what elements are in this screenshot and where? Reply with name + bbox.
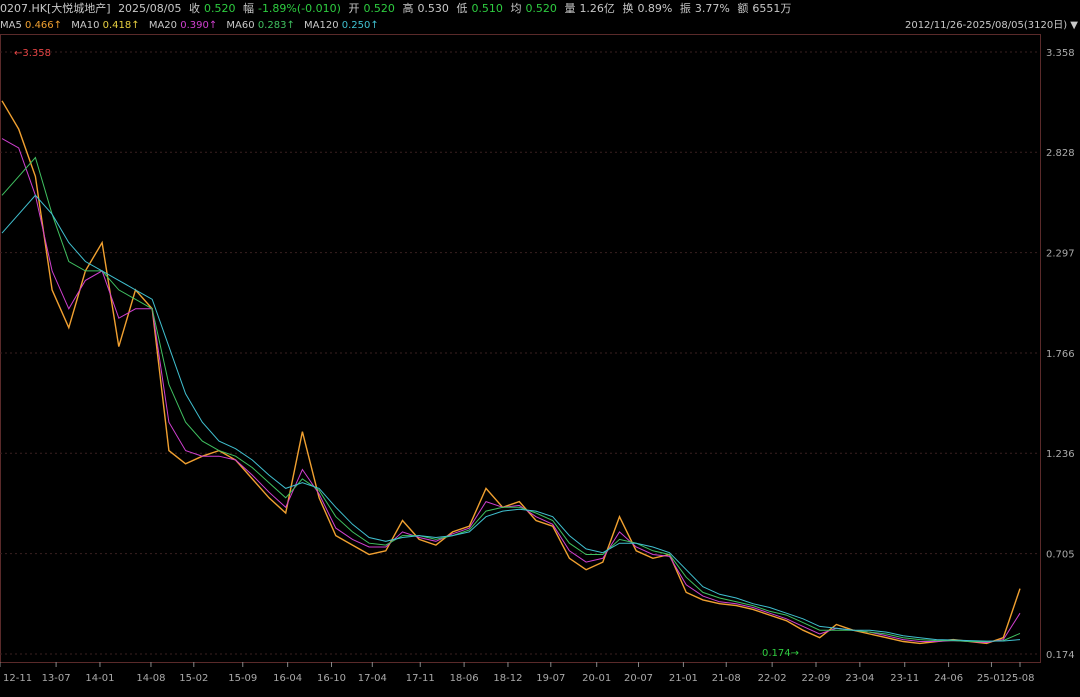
x-tick-label: 14-01: [85, 673, 114, 684]
x-tick-label: 24-06: [934, 673, 963, 684]
x-tick-label: 13-07: [42, 673, 71, 684]
quote-date: 2025/08/05: [118, 2, 182, 15]
ma20-label: MA20: [148, 20, 178, 31]
y-tick-label: 1.766: [1046, 349, 1075, 360]
y-tick-label: 0.705: [1046, 550, 1075, 561]
avg-value: 0.520: [525, 2, 557, 15]
x-tick-label: 20-01: [582, 673, 611, 684]
date-range-selector[interactable]: 2012/11/26-2025/08/05(3120日) ▼: [905, 18, 1078, 34]
ma5-label: MA5: [0, 20, 22, 31]
y-tick-label: 2.828: [1046, 148, 1075, 159]
x-tick-label: 17-11: [406, 673, 435, 684]
x-tick-label: 22-09: [801, 673, 830, 684]
change-label: 幅: [242, 2, 254, 15]
series-line-ma20: [1, 138, 1021, 644]
x-tick-label: 23-11: [890, 673, 919, 684]
x-tick-label: 25-01: [977, 673, 1006, 684]
low-label: 低: [456, 2, 468, 15]
x-tick-label: 20-07: [624, 673, 653, 684]
x-tick-label: 16-10: [317, 673, 346, 684]
x-tick-label: 25-08: [1005, 673, 1034, 684]
ma60-label: MA60: [226, 20, 255, 31]
x-tick-label: 19-07: [536, 673, 565, 684]
ma60-value: 0.283↑: [257, 20, 295, 31]
x-tick-label: 16-04: [273, 673, 302, 684]
high-label: 高: [402, 2, 414, 15]
open-label: 开: [348, 2, 360, 15]
x-tick-label: 18-06: [450, 673, 479, 684]
max-annotation: ←3.358: [14, 48, 51, 59]
open-value: 0.520: [363, 2, 395, 15]
turnover-value: 0.89%: [637, 2, 673, 15]
x-tick-label: 12-11: [3, 673, 32, 684]
min-annotation: 0.174→: [762, 648, 799, 659]
turnover-label: 换: [622, 2, 634, 15]
high-value: 0.530: [417, 2, 449, 15]
series-line-ma120: [1, 194, 1021, 642]
amplitude-label: 振: [679, 2, 691, 15]
amount-label: 额: [737, 2, 749, 15]
x-tick-label: 17-04: [358, 673, 387, 684]
x-tick-label: 23-04: [845, 673, 874, 684]
x-tick-label: 21-08: [712, 673, 741, 684]
amplitude-value: 3.77%: [694, 2, 730, 15]
change-value: -1.89%(-0.010): [257, 2, 341, 15]
ma120-legend[interactable]: MA120 0.250↑: [304, 20, 379, 31]
x-tick-label: 15-02: [179, 673, 208, 684]
x-tick-label: 15-09: [228, 673, 257, 684]
ma5-value: 0.466↑: [25, 20, 63, 31]
ma5-legend[interactable]: MA5 0.466↑: [0, 20, 62, 31]
quote-header: 0207.HK[大悦城地产] 2025/08/05 收 0.520 幅 -1.89%…: [0, 0, 1080, 18]
ma20-legend[interactable]: MA20 0.390↑: [149, 20, 217, 31]
price-chart[interactable]: 3.358 2.828 2.297 1.766 1.236 0.705 0.174 12-11…: [0, 34, 1080, 697]
ma10-label: MA10: [71, 20, 100, 31]
stock-code[interactable]: 0207.HK[大悦城地产]: [0, 2, 111, 15]
ma120-value: 0.250↑: [341, 20, 379, 31]
amount-value: 6551万: [752, 2, 792, 15]
triangle-down-icon[interactable]: ▼: [1070, 20, 1078, 31]
low-value: 0.510: [471, 2, 503, 15]
series-line-ma60: [1, 156, 1021, 642]
x-tick-label: 18-12: [493, 673, 522, 684]
volume-value: 1.26亿: [579, 2, 615, 15]
x-tick-label: 22-02: [758, 673, 787, 684]
ma120-label: MA120: [304, 20, 339, 31]
y-tick-label: 2.297: [1046, 249, 1075, 260]
ma10-value: 0.418↑: [102, 20, 140, 31]
ma20-value: 0.390↑: [180, 20, 218, 31]
avg-label: 均: [510, 2, 522, 15]
x-tick-label: 14-08: [136, 673, 165, 684]
ma10-legend[interactable]: MA10 0.418↑: [71, 20, 139, 31]
x-tick-label: 21-01: [669, 673, 698, 684]
close-label: 收: [188, 2, 200, 15]
series-line-close: [1, 100, 1021, 645]
date-range-text: 2012/11/26-2025/08/05(3120日): [904, 20, 1068, 31]
y-tick-label: 0.174: [1046, 650, 1075, 661]
close-value: 0.520: [203, 2, 236, 15]
y-tick-label: 1.236: [1046, 449, 1075, 460]
volume-label: 量: [564, 2, 576, 15]
y-tick-label: 3.358: [1046, 48, 1075, 59]
ma60-legend[interactable]: MA60 0.283↑: [226, 20, 294, 31]
